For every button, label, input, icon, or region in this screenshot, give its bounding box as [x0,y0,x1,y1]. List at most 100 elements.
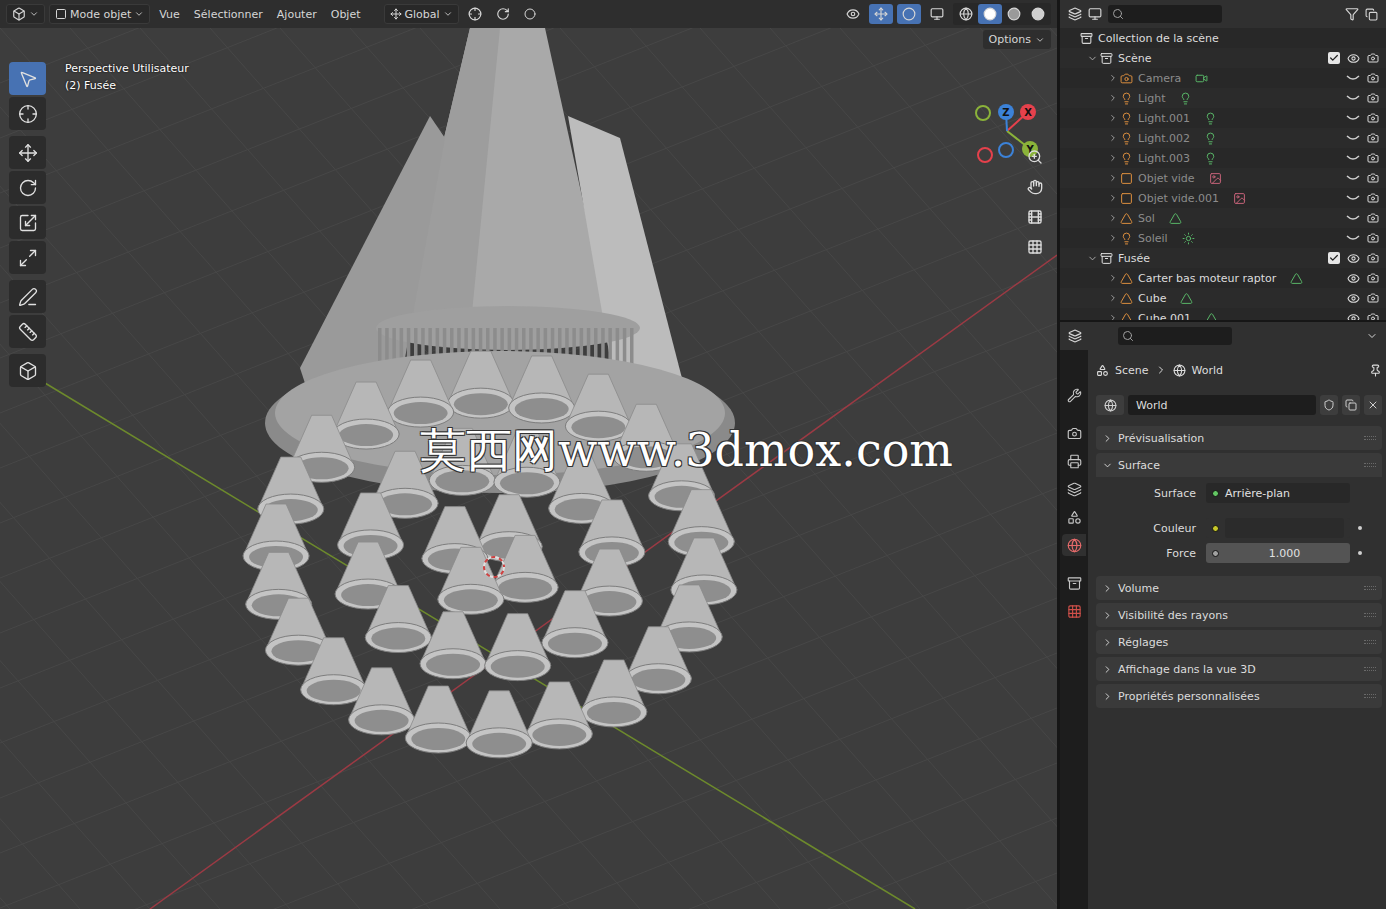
mode-dropdown[interactable]: Mode objet [49,4,150,24]
menu-item[interactable]: Objet [326,4,366,24]
keyframe-dot[interactable] [1358,526,1362,530]
visibility-button[interactable] [841,4,865,24]
render-toggle[interactable] [1366,251,1380,265]
tool-button[interactable] [9,171,46,204]
fake-user-button[interactable] [1320,395,1338,415]
collapsed-icon[interactable] [1108,233,1118,243]
render-toggle[interactable] [1366,311,1380,320]
tool-button[interactable] [9,136,46,169]
visibility-toggle[interactable] [1346,71,1360,85]
tool-button[interactable] [9,97,46,130]
visibility-toggle[interactable] [1346,111,1360,125]
outliner-row[interactable]: Camera [1060,68,1386,88]
render-toggle[interactable] [1366,211,1380,225]
panel-header[interactable]: Surface [1096,453,1382,477]
visibility-toggle[interactable] [1346,51,1360,65]
render-toggle[interactable] [1366,271,1380,285]
drag-grip[interactable] [1364,586,1376,590]
outliner-row[interactable]: Scène [1060,48,1386,68]
visibility-toggle[interactable] [1346,291,1360,305]
keyframe-dot[interactable] [1358,551,1362,555]
eye-closed-icon[interactable] [1346,213,1360,223]
panel-header[interactable]: Prévisualisation [1096,426,1382,450]
property-field[interactable]: Arrière-plan [1206,483,1350,503]
eye-closed-icon[interactable] [1346,93,1360,103]
shading-button[interactable] [1026,4,1050,24]
navigation-gizmo[interactable]: XYZ [970,70,1050,170]
outliner-row[interactable]: Sol [1060,208,1386,228]
drag-grip[interactable] [1364,667,1376,671]
outliner-row[interactable]: Light.001 [1060,108,1386,128]
panel-header[interactable]: Volume [1096,576,1382,600]
visibility-toggle[interactable] [1346,171,1360,185]
collapsed-icon[interactable] [1108,173,1118,183]
drag-grip[interactable] [1364,436,1376,440]
viewport-canvas[interactable]: 莫西网www.3dmox.comPerspective Utilisateur(… [0,28,1057,909]
visibility-toggle[interactable] [1346,131,1360,145]
eye-closed-icon[interactable] [1346,113,1360,123]
properties-tab[interactable] [1062,600,1086,622]
outliner-row[interactable]: Objet vide.001 [1060,188,1386,208]
pan-button[interactable] [1022,175,1048,199]
properties-tab[interactable] [1062,384,1086,406]
outliner-row[interactable]: Fusée [1060,248,1386,268]
outliner-row[interactable]: Cube.001 [1060,308,1386,320]
shading-button[interactable] [1002,4,1026,24]
dropdown-icon[interactable] [1366,330,1378,342]
expanded-icon[interactable] [1087,253,1098,264]
tool-button[interactable] [9,315,46,348]
menu-item[interactable]: Sélectionner [189,4,268,24]
render-toggle[interactable] [1366,51,1380,65]
search-field[interactable] [1108,5,1222,23]
socket-dot[interactable] [1212,525,1219,532]
rocket-model[interactable] [243,28,737,758]
render-toggle[interactable] [1366,191,1380,205]
shading-button[interactable] [954,4,978,24]
panel-header[interactable]: Affichage dans la vue 3D [1096,657,1382,681]
pivot-button[interactable] [463,4,487,24]
eye-closed-icon[interactable] [1346,133,1360,143]
drag-grip[interactable] [1364,640,1376,644]
duplicate-button[interactable] [1342,395,1360,415]
color-swatch[interactable] [1225,518,1344,538]
proportional-button[interactable] [519,4,541,24]
drag-grip[interactable] [1364,463,1376,467]
collapsed-icon[interactable] [1108,193,1118,203]
drag-grip[interactable] [1364,613,1376,617]
outliner-row[interactable]: Light.002 [1060,128,1386,148]
visibility-toggle[interactable] [1346,271,1360,285]
ortho-button[interactable] [1022,235,1048,259]
visibility-toggle[interactable] [1346,91,1360,105]
snap-button[interactable] [491,4,515,24]
menu-item[interactable]: Vue [154,4,185,24]
visibility-toggle[interactable] [1346,211,1360,225]
collapsed-icon[interactable] [1108,73,1118,83]
visibility-toggle[interactable] [1346,151,1360,165]
property-field[interactable] [1206,518,1350,538]
render-toggle[interactable] [1366,91,1380,105]
options-button[interactable]: Options [983,30,1051,49]
world-name-field[interactable]: World [1128,395,1316,415]
tool-button[interactable] [9,62,46,95]
properties-tab[interactable] [1062,422,1086,444]
collapsed-icon[interactable] [1108,313,1118,320]
render-toggle[interactable] [1366,71,1380,85]
visibility-toggle[interactable] [1346,311,1360,320]
eye-closed-icon[interactable] [1346,193,1360,203]
display-mode-icon[interactable] [1088,7,1102,21]
outliner-row[interactable]: Light.003 [1060,148,1386,168]
collapsed-icon[interactable] [1108,293,1118,303]
tool-button[interactable] [9,280,46,313]
camera-view-button[interactable] [1022,205,1048,229]
render-toggle[interactable] [1366,171,1380,185]
properties-tab[interactable] [1062,534,1086,556]
outliner-row[interactable]: Cube [1060,288,1386,308]
panel-header[interactable]: Réglages [1096,630,1382,654]
eye-closed-icon[interactable] [1346,173,1360,183]
socket-dot[interactable] [1212,490,1219,497]
outliner-root-row[interactable]: Collection de la scène [1060,28,1386,48]
outliner-row[interactable]: Soleil [1060,228,1386,248]
search-field[interactable] [1118,327,1232,345]
exclude-checkbox[interactable] [1328,52,1340,64]
unlink-button[interactable] [1364,395,1382,415]
